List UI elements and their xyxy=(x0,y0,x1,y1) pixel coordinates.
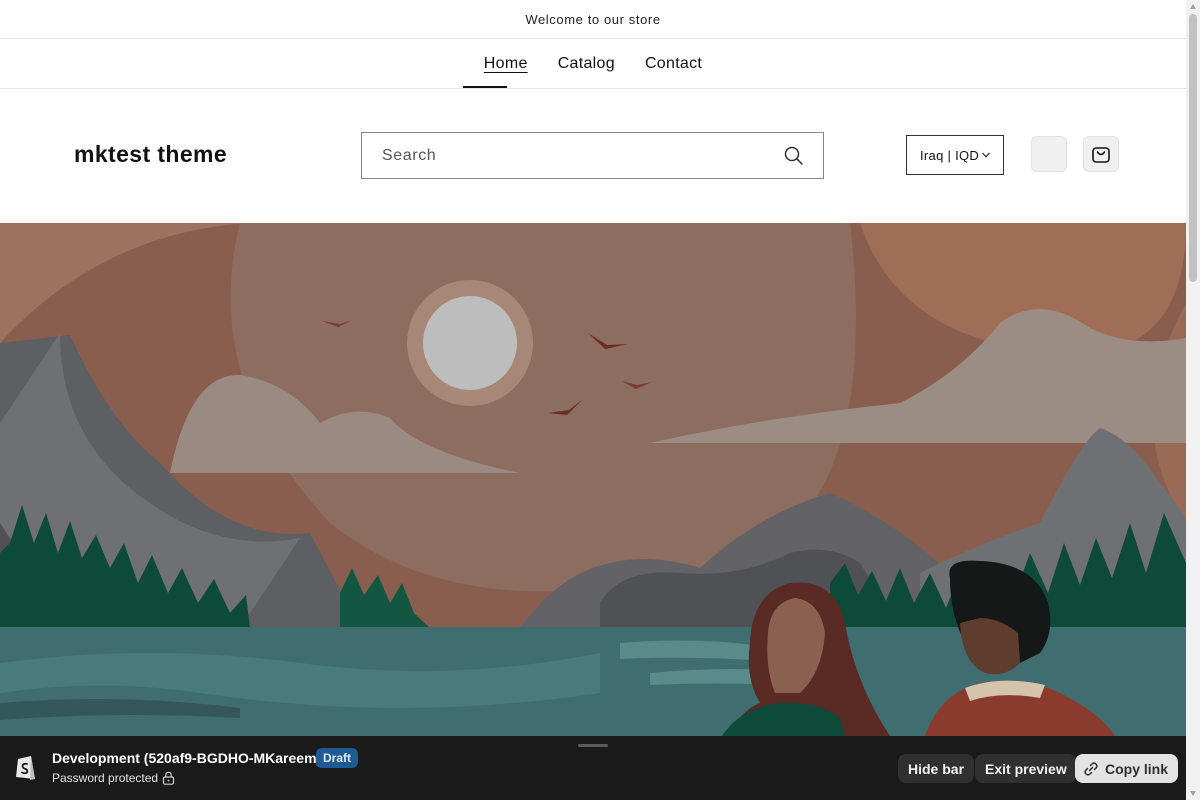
country-selector-value: Iraq | IQD xyxy=(920,147,980,163)
announcement-bar: Welcome to our store xyxy=(0,0,1186,39)
hero-banner xyxy=(0,223,1186,736)
active-nav-indicator xyxy=(463,86,507,88)
preview-bar-handle[interactable] xyxy=(578,744,608,747)
nav-item-contact[interactable]: Contact xyxy=(645,55,702,73)
site-header: mktest theme Iraq | IQD xyxy=(0,89,1186,223)
nav-item-home[interactable]: Home xyxy=(484,55,528,73)
cart-icon xyxy=(1092,147,1110,163)
account-button[interactable] xyxy=(1031,136,1067,172)
search-icon[interactable] xyxy=(783,145,805,167)
theme-name: Development (520af9-BGDHO-MKareem) xyxy=(52,750,322,766)
nav-item-catalog[interactable]: Catalog xyxy=(558,55,615,73)
search-box xyxy=(361,132,824,179)
hide-bar-button[interactable]: Hide bar xyxy=(898,754,975,783)
search-input[interactable] xyxy=(362,133,762,178)
chevron-down-icon xyxy=(982,152,991,158)
draft-badge: Draft xyxy=(316,748,359,768)
landscape-illustration xyxy=(0,223,1186,736)
shopify-logo-icon xyxy=(16,756,35,780)
exit-preview-button[interactable]: Exit preview xyxy=(975,754,1077,783)
password-status: Password protected xyxy=(52,771,159,785)
copy-link-button[interactable]: Copy link xyxy=(1075,754,1179,783)
country-selector[interactable]: Iraq | IQD xyxy=(906,135,1004,175)
copy-link-label: Copy link xyxy=(1105,760,1169,777)
scroll-up-icon[interactable] xyxy=(1189,3,1197,11)
scrollbar-thumb[interactable] xyxy=(1189,14,1197,282)
link-icon xyxy=(1084,761,1098,776)
preview-bar: Development (520af9-BGDHO-MKareem) Draft… xyxy=(0,736,1186,800)
page-scrollbar[interactable] xyxy=(1186,0,1200,800)
scroll-down-icon[interactable] xyxy=(1189,789,1197,797)
lock-icon xyxy=(162,771,175,785)
announcement-text: Welcome to our store xyxy=(525,11,661,27)
store-logo[interactable]: mktest theme xyxy=(74,141,227,168)
main-nav: Home Catalog Contact xyxy=(0,39,1186,89)
cart-button[interactable] xyxy=(1083,136,1119,172)
